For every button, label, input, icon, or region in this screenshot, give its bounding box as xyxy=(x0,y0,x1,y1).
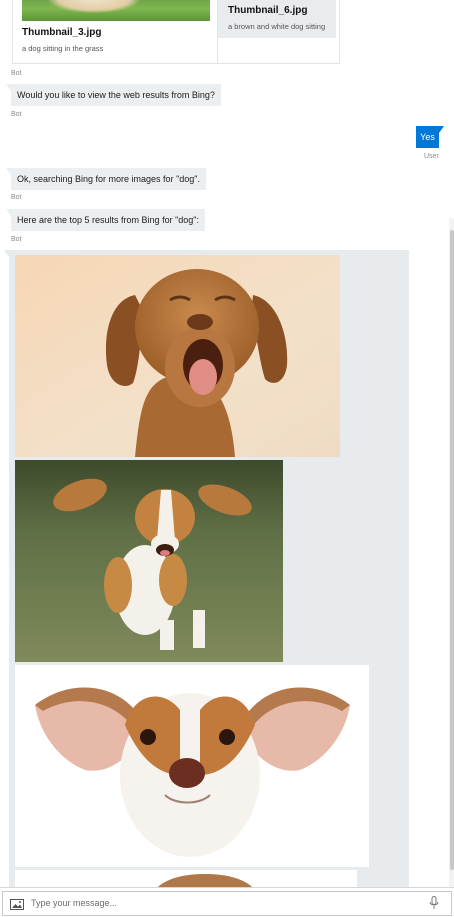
card-title: Thumbnail_6.jpg xyxy=(228,5,308,16)
card-title: Thumbnail_3.jpg xyxy=(22,27,102,38)
carousel-card-1[interactable]: Thumbnail_3.jpg a dog sitting in the gra… xyxy=(12,0,218,64)
dog-yawning-image xyxy=(15,255,340,457)
result-image-3[interactable] xyxy=(15,665,369,867)
sender-label: Bot xyxy=(11,194,22,201)
user-message: Yes xyxy=(416,126,444,148)
message-input[interactable] xyxy=(31,893,411,913)
dog-running-image xyxy=(15,460,283,662)
result-image-2[interactable] xyxy=(15,460,283,662)
chat-history[interactable]: Thumbnail_3.jpg a dog sitting in the gra… xyxy=(0,0,454,887)
input-bar xyxy=(0,887,454,917)
dog-partial-image xyxy=(15,870,357,887)
sender-label: Bot xyxy=(11,111,22,118)
dog-big-ears-image xyxy=(15,665,369,867)
bot-message: Here are the top 5 results from Bing for… xyxy=(6,209,205,231)
sender-label: Bot xyxy=(11,70,22,77)
sender-label: Bot xyxy=(11,236,22,243)
result-image-4[interactable] xyxy=(15,870,357,887)
scrollbar-thumb[interactable] xyxy=(450,230,454,870)
card-subtitle: a brown and white dog sitting xyxy=(228,22,326,31)
image-icon[interactable] xyxy=(10,897,24,915)
result-image-1[interactable] xyxy=(15,255,340,457)
bot-message: Would you like to view the web results f… xyxy=(6,84,221,106)
card-subtitle: a dog sitting in the grass xyxy=(22,44,104,53)
thumbnail-image xyxy=(22,0,210,21)
microphone-icon[interactable] xyxy=(429,896,439,915)
bot-message: Ok, searching Bing for more images for "… xyxy=(6,168,206,190)
sender-label: User xyxy=(424,153,439,160)
